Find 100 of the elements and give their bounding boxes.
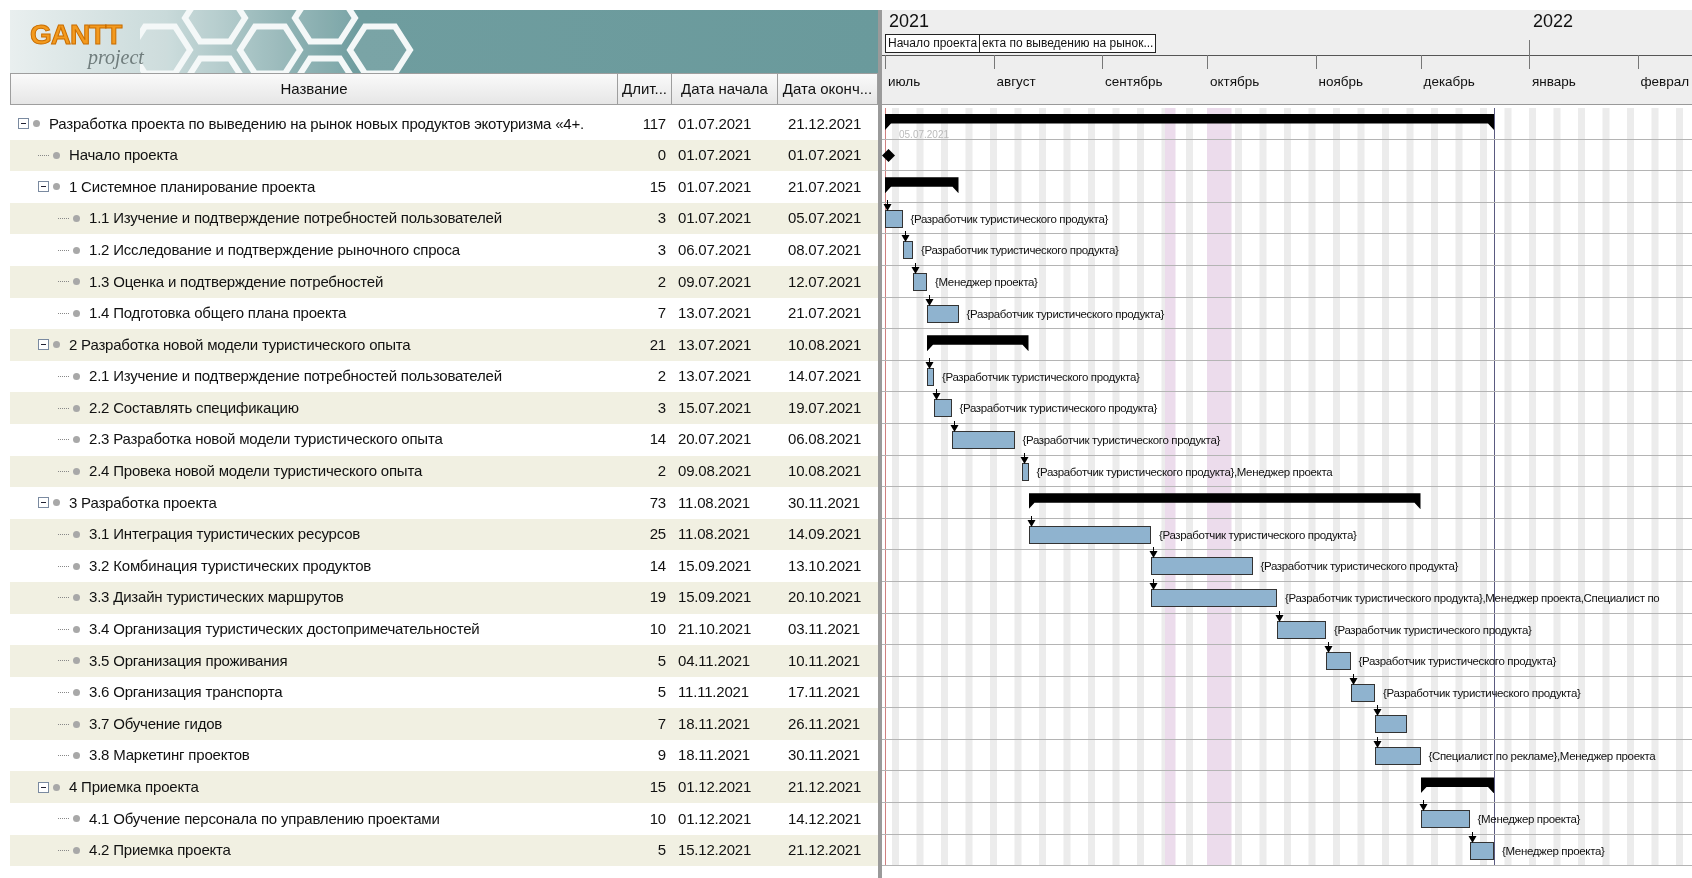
expander-icon[interactable] xyxy=(38,781,49,793)
end-date-cell-text: 21.07.2021 xyxy=(787,176,863,197)
task-bar[interactable] xyxy=(1375,746,1421,765)
task-bar[interactable] xyxy=(1375,715,1407,734)
resource-label: {Менеджер проекта} xyxy=(935,274,1038,290)
start-date-cell-text: 20.07.2021 xyxy=(677,429,753,450)
end-date-cell-text: 10.11.2021 xyxy=(787,650,861,671)
duration-cell-text: 9 xyxy=(656,745,667,766)
duration-cell-text: 2 xyxy=(656,271,667,292)
month-label: сентябрь xyxy=(1105,73,1163,91)
bullet-icon xyxy=(73,278,80,286)
task-bar[interactable] xyxy=(934,399,952,418)
task-bar[interactable] xyxy=(1021,462,1029,481)
duration-cell-text: 15 xyxy=(648,777,667,797)
resource-label: {Разработчик туристического продукта},Менеджер проекта xyxy=(1036,464,1333,480)
month-label: декабрь xyxy=(1423,73,1475,91)
task-bar[interactable] xyxy=(1469,841,1494,860)
column-header[interactable]: Дата начала xyxy=(672,73,778,105)
start-date-cell-text: 18.11.2021 xyxy=(677,745,751,766)
task-bar[interactable] xyxy=(1350,683,1375,702)
task-bar[interactable] xyxy=(927,367,934,386)
task-bar[interactable] xyxy=(927,304,959,323)
date-hint: 05.07.2021 xyxy=(899,128,950,142)
end-date-cell-text: 21.07.2021 xyxy=(787,303,863,324)
task-name: Начало проекта xyxy=(69,145,178,166)
end-date-cell-text: 10.08.2021 xyxy=(787,334,863,355)
expander-icon[interactable] xyxy=(38,339,49,351)
task-bar[interactable] xyxy=(1277,620,1326,639)
task-name: 3.8 Маркетинг проектов xyxy=(89,745,250,766)
resource-label: {Разработчик туристического продукта} xyxy=(1260,559,1458,575)
task-name: 3.7 Обучение гидов xyxy=(89,713,223,734)
bullet-icon xyxy=(73,594,80,602)
bullet-icon xyxy=(73,752,80,760)
column-header[interactable]: Название xyxy=(10,73,618,105)
duration-cell-text: 7 xyxy=(656,303,667,324)
bullet-icon xyxy=(73,373,80,381)
duration-cell-text: 3 xyxy=(656,239,667,260)
end-date-cell-text: 14.07.2021 xyxy=(787,366,863,387)
column-header[interactable]: Длит... xyxy=(618,73,672,105)
task-bar[interactable] xyxy=(1326,652,1351,671)
expander-icon[interactable] xyxy=(18,118,29,130)
start-date-cell-text: 11.08.2021 xyxy=(677,492,751,513)
task-bar[interactable] xyxy=(902,241,913,260)
bullet-icon xyxy=(33,120,40,128)
bullet-icon xyxy=(73,689,80,696)
task-name: 1.1 Изучение и подтверждение потребностей пользователей xyxy=(89,208,502,229)
end-date-cell-text: 12.07.2021 xyxy=(787,271,863,292)
resource-label: {Специалист по рекламе},Менеджер проекта xyxy=(1428,748,1656,764)
start-date-cell-text: 15.07.2021 xyxy=(677,397,753,418)
task-bar[interactable] xyxy=(1151,588,1277,607)
end-date-cell-text: 03.11.2021 xyxy=(787,619,861,640)
task-name: 2.4 Провека новой модели туристического опыта xyxy=(89,461,423,482)
start-date-cell-text: 01.12.2021 xyxy=(677,777,753,797)
bullet-icon xyxy=(53,341,60,349)
duration-cell-text: 2 xyxy=(656,366,667,387)
start-date-cell-text: 15.09.2021 xyxy=(677,555,753,576)
duration-cell-text: 3 xyxy=(656,208,667,229)
start-date-cell-text: 01.07.2021 xyxy=(677,176,753,197)
bullet-icon xyxy=(73,309,80,317)
expander-icon[interactable] xyxy=(38,181,49,193)
duration-cell-text: 73 xyxy=(648,492,667,513)
start-date-cell-text: 01.07.2021 xyxy=(677,145,753,166)
task-bar[interactable] xyxy=(1028,525,1151,544)
summary-bar[interactable] xyxy=(927,335,1029,352)
start-date-cell-text: 01.07.2021 xyxy=(677,208,753,229)
task-name: 3.2 Комбинация туристических продуктов xyxy=(89,555,372,576)
resource-label: {Разработчик туристического продукта} xyxy=(959,401,1157,417)
duration-cell-text: 3 xyxy=(656,397,667,418)
start-date-cell-text: 13.07.2021 xyxy=(677,334,753,355)
bullet-icon xyxy=(73,815,80,823)
task-name: 3 Разработка проекта xyxy=(69,492,217,513)
month-label: август xyxy=(996,73,1036,91)
task-name: Разработка проекта по выведению на рынок новых продуктов экотуризма «4+. xyxy=(49,113,584,134)
task-name: 2 Разработка новой модели туристического опыта xyxy=(69,334,411,355)
resource-label: {Разработчик туристического продукта} xyxy=(1022,432,1220,448)
task-bar[interactable] xyxy=(1420,810,1470,829)
task-bar[interactable] xyxy=(951,430,1015,449)
bullet-icon xyxy=(53,499,60,507)
task-bar[interactable] xyxy=(1151,557,1253,576)
end-date-cell-text: 06.08.2021 xyxy=(787,429,863,450)
resource-label: {Разработчик туристического продукта} xyxy=(910,211,1108,227)
end-date-cell-text: 19.07.2021 xyxy=(787,397,863,418)
task-name: 3.4 Организация туристических достопримечательностей xyxy=(89,619,480,640)
task-name: 3.5 Организация проживания xyxy=(89,650,288,671)
end-date-cell-text: 14.09.2021 xyxy=(787,524,863,545)
end-date-cell-text: 01.07.2021 xyxy=(787,145,863,166)
duration-cell-text: 117 xyxy=(641,113,667,134)
task-name: 2.3 Разработка новой модели туристического опыта xyxy=(89,429,443,450)
column-header[interactable]: Дата оконч... xyxy=(778,73,878,105)
start-date-cell-text: 06.07.2021 xyxy=(677,239,753,260)
task-bar[interactable] xyxy=(913,272,927,291)
expander-icon[interactable] xyxy=(38,497,49,509)
end-date-cell-text: 13.10.2021 xyxy=(787,555,863,576)
task-name: 3.3 Дизайн туристических маршрутов xyxy=(89,587,344,608)
end-date-cell-text: 21.12.2021 xyxy=(787,113,863,134)
resource-label: {Разработчик туристического продукта} xyxy=(1159,527,1357,543)
start-date-cell-text: 11.08.2021 xyxy=(677,524,751,545)
duration-cell-text: 5 xyxy=(656,682,667,703)
month-label: октябрь xyxy=(1210,73,1260,91)
task-bar[interactable] xyxy=(885,209,903,228)
